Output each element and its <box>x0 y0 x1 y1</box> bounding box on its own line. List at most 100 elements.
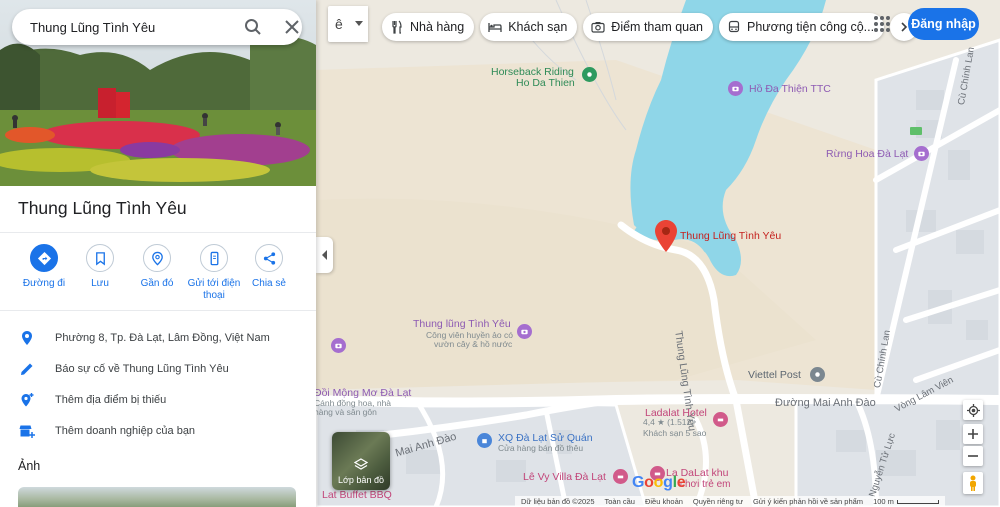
poi-lat-buffet-label[interactable]: Lat Buffet BBQ <box>322 489 392 501</box>
footer-privacy[interactable]: Quyền riêng tư <box>693 497 743 506</box>
nearby-label: Gần đó <box>140 278 174 289</box>
my-location-button[interactable] <box>963 400 983 420</box>
send-to-phone-button[interactable]: Gửi tới điện thoại <box>184 244 244 302</box>
search-input[interactable] <box>30 19 220 35</box>
add-business-icon <box>19 425 35 438</box>
minus-icon <box>968 455 978 457</box>
chip-label: Nhà hàng <box>410 20 465 34</box>
nearby-button[interactable]: Gần đó <box>127 244 187 290</box>
photo-thumbnail[interactable] <box>18 487 296 507</box>
share-icon <box>263 251 275 265</box>
poi-doi-sub2: hàng và sân gôn <box>316 407 377 417</box>
close-icon[interactable] <box>284 19 300 35</box>
phone-icon <box>210 251 218 265</box>
poi-dalat-khu-sub: chơi trẻ em <box>680 479 731 490</box>
nearby-icon <box>151 251 163 265</box>
footer-terms[interactable]: Điều khoản <box>645 497 683 506</box>
hotel-pin-icon[interactable] <box>713 412 728 427</box>
poi-levy-label[interactable]: Lê Vy Villa Đà Lạt <box>523 471 606 483</box>
map-type-glyph: ê <box>335 16 343 32</box>
chip-transit[interactable]: Phương tiện công cộ... <box>719 13 885 41</box>
address-row[interactable]: Phường 8, Tp. Đà Lạt, Lâm Đồng, Việt Nam <box>0 327 316 349</box>
report-issue-text: Báo sự cố về Thung Lũng Tình Yêu <box>55 363 229 375</box>
category-chips: Nhà hàng Khách sạn Điểm tham quan Phương… <box>382 13 919 41</box>
camera-pin-icon[interactable] <box>517 324 532 339</box>
transit-icon <box>728 20 740 33</box>
collapse-panel-button[interactable] <box>316 237 333 273</box>
add-missing-place-text: Thêm địa điểm bị thiếu <box>55 394 167 406</box>
directions-label: Đường đi <box>22 278 66 289</box>
zoom-in-button[interactable] <box>963 424 983 444</box>
restaurant-icon <box>392 20 402 34</box>
street-view-pegman-button[interactable] <box>963 472 983 494</box>
scale-label: 100 m <box>873 497 894 506</box>
footer-copyright: Dữ liệu bản đồ ©2025 <box>521 497 595 506</box>
add-business-row[interactable]: Thêm doanh nghiệp của bạn <box>0 420 316 442</box>
chip-restaurants[interactable]: Nhà hàng <box>382 13 475 41</box>
poi-xq-sub: Cửa hàng bán đồ thêu <box>498 443 584 453</box>
map-footer: Dữ liệu bản đồ ©2025 Toàn cầu Điều khoản… <box>515 496 945 507</box>
poi-valley-label[interactable]: Thung lũng Tình Yêu <box>413 318 511 330</box>
search-box[interactable] <box>12 9 302 45</box>
road-label-mai-anh-dao: Đường Mai Anh Đào <box>775 397 876 409</box>
footer-global[interactable]: Toàn cầu <box>605 497 635 506</box>
place-panel: Thung Lũng Tình Yêu Đường đi Lưu Gần đó … <box>0 0 316 507</box>
divider <box>0 310 316 311</box>
poi-ladalat-rating: 4,4 ★ (1.512) <box>643 417 695 427</box>
pegman-icon <box>970 475 976 491</box>
save-label: Lưu <box>91 278 109 289</box>
report-issue-row[interactable]: Báo sự cố về Thung Lũng Tình Yêu <box>0 358 316 380</box>
plus-icon <box>968 429 978 439</box>
chip-label: Khách sạn <box>508 20 568 34</box>
my-location-icon <box>966 403 980 417</box>
park-marker-icon <box>910 127 922 135</box>
search-icon[interactable] <box>244 18 262 36</box>
zoom-out-button[interactable] <box>963 446 983 466</box>
footer-feedback[interactable]: Gửi ý kiến phản hồi về sản phẩm <box>753 497 863 506</box>
horseback-pin-icon[interactable] <box>582 67 597 82</box>
bookmark-icon <box>95 251 105 265</box>
poi-ho-da-thien-label[interactable]: Hồ Đa Thiện TTC <box>749 83 831 95</box>
add-missing-place-row[interactable]: Thêm địa điểm bị thiếu <box>0 389 316 411</box>
save-button[interactable]: Lưu <box>70 244 130 290</box>
hotel-icon <box>488 23 502 32</box>
directions-button[interactable]: Đường đi <box>14 244 74 290</box>
send-to-phone-label: Gửi tới điện thoại <box>187 278 241 301</box>
map-scale[interactable]: 100 m <box>873 497 939 506</box>
chip-label: Điểm tham quan <box>611 20 704 34</box>
camera-pin-icon[interactable] <box>331 338 346 353</box>
selected-place-pin-icon[interactable] <box>655 220 677 252</box>
poi-rung-hoa-label[interactable]: Rừng Hoa Đà Lạt <box>826 148 908 160</box>
login-button[interactable]: Đăng nhập <box>908 8 979 40</box>
add-business-text: Thêm doanh nghiệp của bạn <box>55 425 196 437</box>
chip-hotels[interactable]: Khách sạn <box>480 13 578 41</box>
chevron-down-icon[interactable] <box>350 6 368 42</box>
poi-horseback-sublabel: Ho Da Thien <box>516 77 575 89</box>
map-canvas[interactable]: Horseback Riding Ho Da Thien Hồ Đa Thiện… <box>316 0 1000 507</box>
selected-place-label[interactable]: Thung Lũng Tình Yêu <box>680 230 781 242</box>
layers-label: Lớp bản đồ <box>338 475 384 485</box>
layers-button[interactable]: Lớp bản đồ <box>332 432 390 490</box>
poi-viettel-label[interactable]: Viettel Post <box>748 369 801 381</box>
chip-label: Phương tiện công cộ... <box>747 20 875 34</box>
pencil-icon <box>21 363 33 375</box>
camera-pin-icon[interactable] <box>728 81 743 96</box>
post-pin-icon[interactable] <box>810 367 825 382</box>
camera-pin-icon[interactable] <box>914 146 929 161</box>
camera-icon <box>591 22 605 33</box>
add-place-icon <box>21 393 34 407</box>
poi-ladalat-class: Khách sạn 5 sao <box>643 428 707 438</box>
chip-attractions[interactable]: Điểm tham quan <box>583 13 714 41</box>
apps-grid-icon[interactable] <box>871 13 893 35</box>
address-text: Phường 8, Tp. Đà Lạt, Lâm Đồng, Việt Nam <box>55 332 270 344</box>
shop-pin-icon[interactable] <box>477 433 492 448</box>
hotel-pin-icon[interactable] <box>613 469 628 484</box>
location-pin-icon <box>22 331 32 345</box>
poi-valley-sub2: vườn cây & hồ nước <box>434 339 513 349</box>
place-title: Thung Lũng Tình Yêu <box>18 198 187 218</box>
share-button[interactable]: Chia sẻ <box>239 244 299 290</box>
scale-bar <box>896 499 939 504</box>
directions-icon <box>37 251 51 265</box>
google-logo: Google <box>632 474 686 491</box>
photos-heading: Ảnh <box>18 459 41 473</box>
